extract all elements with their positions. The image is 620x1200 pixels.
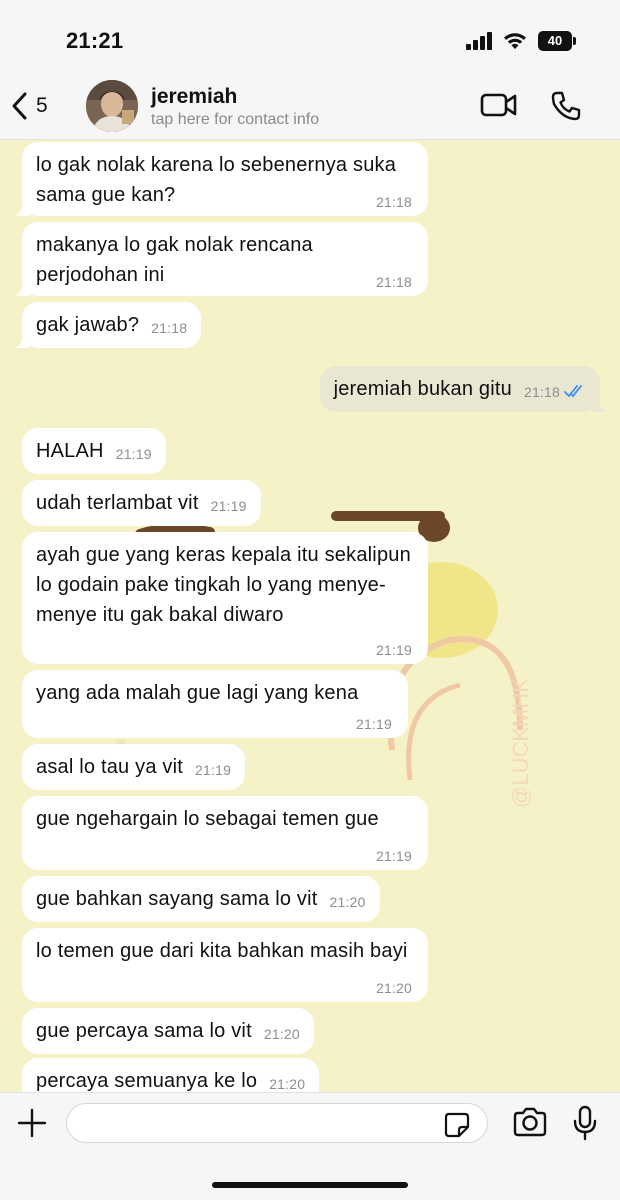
phone-icon <box>551 91 581 121</box>
back-button[interactable]: 5 <box>10 86 66 126</box>
camera-icon <box>513 1107 547 1137</box>
message-text: lo gak nolak karena lo sebenernya suka s… <box>36 154 402 206</box>
message-bubble[interactable]: asal lo tau ya vit 21:19 <box>22 744 246 790</box>
message-bubble[interactable]: makanya lo gak nolak rencana perjodohan … <box>15 222 428 296</box>
message-time: 21:19 <box>115 446 152 462</box>
microphone-icon <box>573 1105 597 1141</box>
message-text: ayah gue yang keras kepala itu sekalipun… <box>36 544 417 626</box>
message-time: 21:19 <box>210 498 247 514</box>
video-call-icon <box>480 93 517 117</box>
message-bubble[interactable]: udah terlambat vit 21:19 <box>22 480 261 526</box>
message-text: HALAH <box>36 440 104 462</box>
message-text: gue bahkan sayang sama lo vit <box>36 888 318 910</box>
message-time: 21:18 <box>523 384 560 400</box>
sticker-icon <box>444 1112 470 1138</box>
attach-button[interactable] <box>16 1107 48 1144</box>
message-bubble[interactable]: ayah gue yang keras kepala itu sekalipun… <box>22 532 428 664</box>
contact-info-hint[interactable]: tap here for contact info <box>151 111 319 129</box>
sticker-button[interactable] <box>444 1112 470 1143</box>
message-text: percaya semuanya ke lo <box>36 1070 258 1092</box>
message-time: 21:18 <box>151 320 188 336</box>
status-time: 21:21 <box>66 28 124 53</box>
message-text: udah terlambat vit <box>36 492 199 514</box>
message-time: 21:19 <box>355 716 392 732</box>
bubble-tail <box>593 398 607 412</box>
message-text: makanya lo gak nolak rencana perjodohan … <box>36 234 319 286</box>
message-bubble[interactable]: percaya semuanya ke lo 21:20 <box>22 1058 320 1092</box>
message-text: gak jawab? <box>36 314 140 336</box>
message-time: 21:18 <box>375 274 412 290</box>
wifi-icon <box>502 30 528 55</box>
contact-name[interactable]: jeremiah <box>151 85 237 109</box>
message-text: gue ngehargain lo sebagai temen gue <box>36 808 379 830</box>
message-time: 21:19 <box>375 848 412 864</box>
message-bubble[interactable]: lo gak nolak karena lo sebenernya suka s… <box>15 142 428 216</box>
message-time: 21:20 <box>269 1076 306 1092</box>
voice-message-button[interactable] <box>572 1105 598 1146</box>
plus-icon <box>17 1108 47 1138</box>
camera-button[interactable] <box>512 1107 548 1142</box>
message-time: 21:18 <box>375 194 412 210</box>
message-bubble[interactable]: gue ngehargain lo sebagai temen gue 21:1… <box>22 796 428 870</box>
message-text: asal lo tau ya vit <box>36 756 184 778</box>
chevron-left-icon <box>12 92 27 120</box>
status-bar: 21:21 40 <box>0 0 620 74</box>
home-indicator[interactable] <box>212 1182 408 1188</box>
bubble-tail <box>15 202 29 216</box>
voice-call-button[interactable] <box>550 90 582 127</box>
message-time: 21:20 <box>329 894 366 910</box>
message-bubble[interactable]: gue bahkan sayang sama lo vit 21:20 <box>22 876 380 922</box>
message-bubble[interactable]: lo temen gue dari kita bahkan masih bayi… <box>22 928 428 1002</box>
unread-count: 5 <box>36 94 48 117</box>
message-text: jeremiah bukan gitu <box>333 378 512 400</box>
message-bubble[interactable]: gue percaya sama lo vit 21:20 <box>22 1008 314 1054</box>
chat-area[interactable]: @LUCKMHK lo gak nolak karena lo sebenern… <box>0 140 620 1092</box>
message-bubble[interactable]: gak jawab? 21:18 <box>15 302 202 348</box>
message-time: 21:19 <box>375 642 412 658</box>
watermark-text: @LUCKMHK <box>508 678 533 808</box>
message-text: lo temen gue dari kita bahkan masih bayi <box>36 940 408 962</box>
message-text: gue percaya sama lo vit <box>36 1020 252 1042</box>
signal-icon <box>466 32 494 50</box>
message-bubble-outgoing[interactable]: jeremiah bukan gitu 21:18 <box>319 366 607 412</box>
battery-icon: 40 <box>538 31 572 51</box>
video-call-button[interactable] <box>480 92 518 123</box>
battery-tip <box>573 37 576 45</box>
chat-header: 5 jeremiah tap here for contact info <box>0 74 620 140</box>
message-bubble[interactable]: HALAH 21:19 <box>22 428 166 474</box>
message-time: 21:20 <box>263 1026 300 1042</box>
bubble-tail <box>15 334 29 348</box>
avatar[interactable] <box>86 80 138 132</box>
message-text: yang ada malah gue lagi yang kena <box>36 682 359 704</box>
read-receipt-icon <box>564 385 582 398</box>
message-input[interactable] <box>66 1103 488 1143</box>
message-bubble[interactable]: yang ada malah gue lagi yang kena 21:19 <box>22 670 408 738</box>
message-input-bar <box>0 1092 620 1200</box>
bubble-tail <box>15 282 29 296</box>
message-time: 21:19 <box>195 762 232 778</box>
message-time: 21:20 <box>375 980 412 996</box>
